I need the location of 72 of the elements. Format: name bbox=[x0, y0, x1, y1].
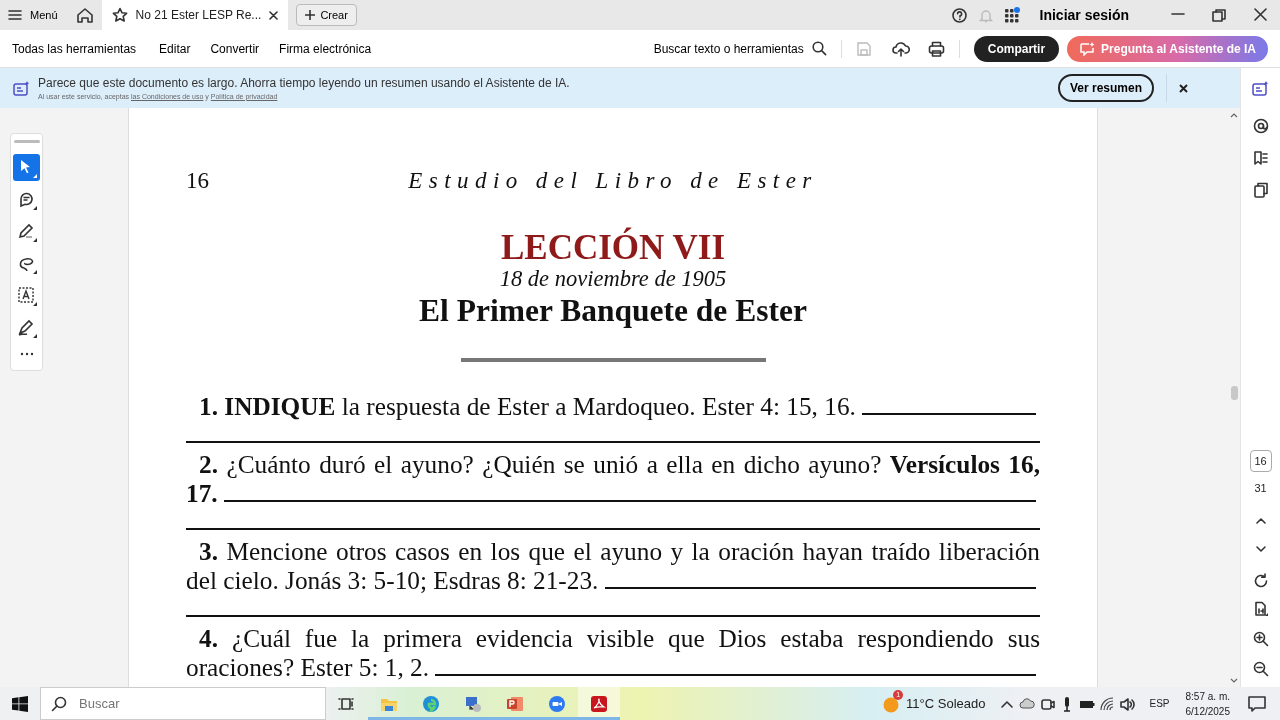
notifications-icon[interactable] bbox=[1248, 695, 1266, 712]
pages-icon[interactable] bbox=[1252, 182, 1269, 198]
scrollbar-thumb[interactable] bbox=[1231, 386, 1238, 400]
bookmarks-icon[interactable] bbox=[1252, 150, 1269, 166]
print-icon[interactable] bbox=[927, 40, 945, 57]
apps-icon[interactable] bbox=[1004, 6, 1020, 24]
home-icon bbox=[75, 6, 94, 24]
slides-app-icon[interactable] bbox=[506, 694, 524, 713]
cloud-upload-icon[interactable] bbox=[891, 40, 910, 57]
browser-icon[interactable] bbox=[422, 694, 440, 713]
summary-icon[interactable] bbox=[1252, 80, 1269, 96]
search-tools-button[interactable]: Buscar texto o herramientas bbox=[653, 39, 827, 58]
home-button[interactable] bbox=[75, 6, 94, 24]
toolbar-menu-item[interactable]: Editar bbox=[159, 39, 191, 58]
lesson-date: 18 de noviembre de 1905 bbox=[498, 267, 728, 292]
toolbar-menu-item[interactable]: Convertir bbox=[210, 39, 260, 58]
lesson-title: El Primer Banquete de Ester bbox=[418, 291, 808, 330]
clock[interactable]: 8:57 a. m. 6/12/2025 bbox=[1185, 688, 1230, 719]
share-button[interactable]: Compartir bbox=[973, 35, 1060, 62]
search-icon bbox=[811, 41, 827, 56]
chat-sparkle-icon bbox=[1079, 41, 1096, 56]
clock-time: 8:57 a. m. bbox=[1185, 689, 1230, 704]
question-text: 2. ¿Cuánto duró el ayuno? ¿Quién se unió a ella en dicho ayuno? Versículos 16, 17. bbox=[186, 449, 1040, 507]
view-summary-button[interactable]: Ver resumen bbox=[1057, 74, 1154, 102]
create-button[interactable]: Crear bbox=[296, 3, 357, 27]
refresh-icon[interactable] bbox=[1252, 572, 1269, 589]
tab-title: No 21 Ester LESP Re... bbox=[135, 7, 262, 24]
plus-icon bbox=[305, 10, 316, 20]
zoom-in-icon[interactable] bbox=[1252, 630, 1269, 647]
document-tab[interactable]: No 21 Ester LESP Re... bbox=[101, 0, 289, 30]
volume-icon[interactable] bbox=[1119, 695, 1136, 712]
zoom-out-icon[interactable] bbox=[1252, 660, 1269, 677]
video-call-icon[interactable] bbox=[548, 694, 566, 713]
scroll-up-icon[interactable] bbox=[1230, 113, 1238, 118]
running-head: Estudio del Libro de Ester bbox=[407, 167, 819, 195]
banner-message: Parece que este documento es largo. Ahorra tiempo leyendo un resumen usando el Asistente de IA. bbox=[38, 74, 570, 92]
fit-page-icon[interactable] bbox=[1252, 600, 1269, 617]
page-count: 31 bbox=[1254, 481, 1267, 496]
close-button[interactable] bbox=[1166, 74, 1188, 102]
mention-icon[interactable] bbox=[1252, 118, 1269, 134]
question-text: 4. ¿Cuál fue la primera evidencia visible que Dios estaba respondiendo sus oraciones? Ester 5: 1, 2. bbox=[186, 623, 1040, 681]
sign-in-button[interactable]: Iniciar sesión bbox=[1039, 4, 1129, 26]
star-icon bbox=[111, 7, 128, 23]
taskbar-search-field[interactable]: Buscar bbox=[40, 687, 326, 720]
more-icon[interactable] bbox=[19, 352, 34, 356]
computer-icon[interactable] bbox=[464, 694, 482, 713]
menu-button[interactable]: Menú bbox=[8, 6, 58, 24]
pdf-app-icon[interactable] bbox=[590, 694, 608, 713]
clock-date: 6/12/2025 bbox=[1185, 704, 1230, 719]
weather-text[interactable]: 11°C Soleado bbox=[906, 693, 986, 714]
close-icon[interactable] bbox=[1251, 8, 1268, 22]
lesson-heading: LECCIÓN VII bbox=[500, 228, 726, 267]
search-icon bbox=[51, 695, 67, 712]
toolbar-menu-item[interactable]: Firma electrónica bbox=[279, 39, 372, 58]
search-input[interactable]: Buscar bbox=[77, 688, 325, 719]
question-text: 1. INDIQUE la respuesta de Ester a Mardoqueo. Ester 4: 15, 16. bbox=[199, 391, 856, 420]
close-icon[interactable] bbox=[269, 10, 279, 20]
pointer-tool[interactable] bbox=[13, 154, 40, 181]
scroll-down-icon[interactable] bbox=[1230, 678, 1238, 683]
page-number-field[interactable]: 16 bbox=[1249, 450, 1272, 472]
windows-icon bbox=[12, 695, 28, 712]
cloud-icon[interactable] bbox=[1019, 695, 1036, 712]
help-icon[interactable] bbox=[951, 7, 967, 23]
language-indicator[interactable]: ESP bbox=[1149, 696, 1170, 711]
question-text: 3. Mencione otros casos en los que el ayuno y la oración hayan traído liberación del cielo. Jonás 3: 5-10; Esdras 8: 21-23. bbox=[186, 536, 1040, 594]
close-icon bbox=[1179, 83, 1188, 93]
toolbar-menu-item[interactable]: Todas las herramientas bbox=[12, 39, 137, 58]
summary-icon bbox=[13, 80, 30, 96]
page-number: 16 bbox=[186, 167, 210, 195]
restore-icon[interactable] bbox=[1210, 8, 1227, 22]
wifi-icon[interactable] bbox=[1099, 695, 1116, 712]
menu-icon bbox=[8, 9, 22, 21]
